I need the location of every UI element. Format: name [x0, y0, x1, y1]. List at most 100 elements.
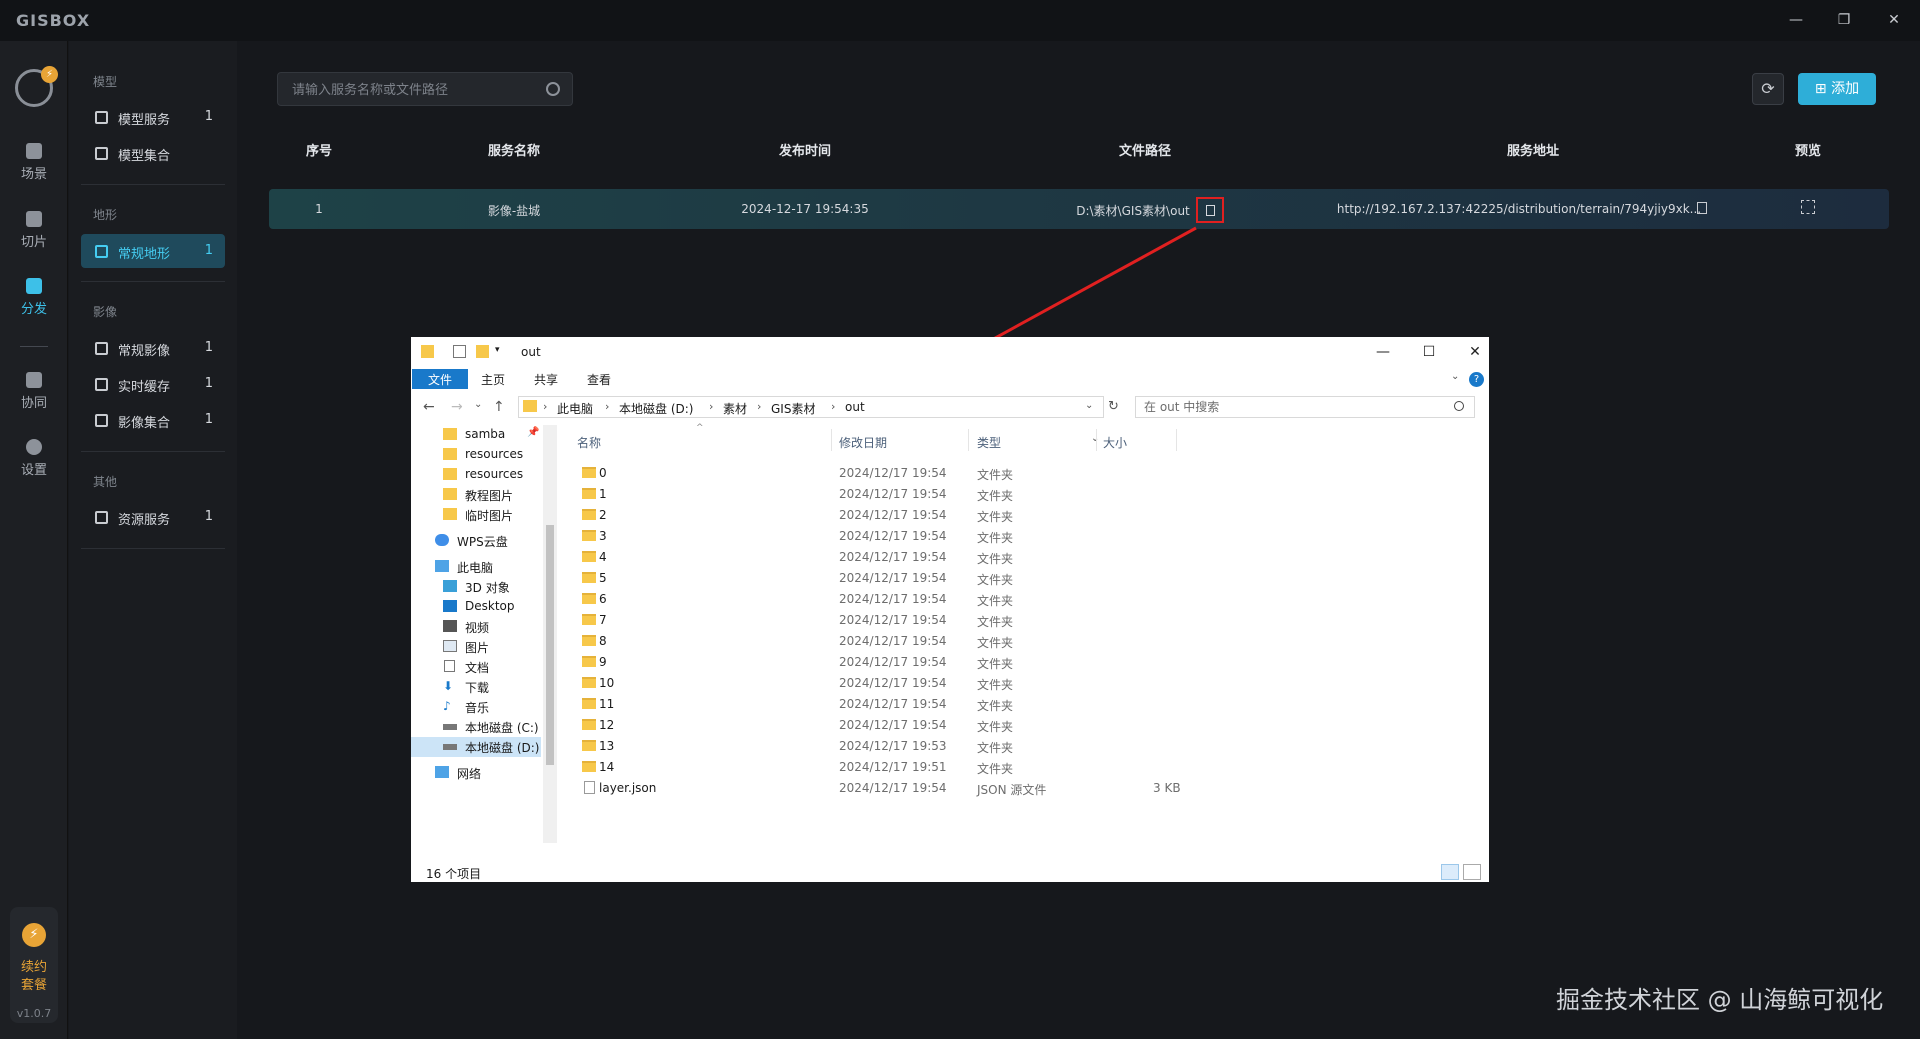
list-item[interactable]: 6 2024/12/17 19:54 文件夹 — [579, 589, 1199, 610]
open-folder-icon[interactable] — [1196, 197, 1224, 223]
add-button[interactable]: ⊞ 添加 — [1798, 73, 1876, 105]
list-item[interactable]: 7 2024/12/17 19:54 文件夹 — [579, 610, 1199, 631]
tab-view[interactable]: 查看 — [577, 369, 621, 389]
column-divider[interactable] — [1096, 429, 1097, 451]
restore-button[interactable]: ❐ — [1826, 8, 1862, 32]
list-item[interactable]: 8 2024/12/17 19:54 文件夹 — [579, 631, 1199, 652]
nav-item-3d-objects[interactable]: 3D 对象 — [411, 577, 541, 597]
sidebar-item-terrain[interactable]: 常规地形 1 — [81, 234, 225, 268]
sidebar-item-realtime-cache[interactable]: 实时缓存 1 — [81, 367, 225, 401]
list-item[interactable]: 3 2024/12/17 19:54 文件夹 — [579, 526, 1199, 547]
sidebar-item-imagery-collection[interactable]: 影像集合 1 — [81, 403, 225, 437]
list-item[interactable]: layer.json 2024/12/17 19:54 JSON 源文件 3 KB — [579, 778, 1199, 799]
rail-item-settings[interactable]: 设置 — [0, 439, 68, 478]
sidebar-item-resource-service[interactable]: 资源服务 1 — [81, 500, 225, 534]
tab-share[interactable]: 共享 — [524, 369, 568, 389]
nav-item-wps-cloud[interactable]: WPS云盘 — [411, 531, 541, 551]
address-dropdown-icon[interactable]: ⌄ — [1085, 400, 1093, 411]
nav-pane-scrollbar[interactable] — [543, 425, 557, 843]
list-item[interactable]: 4 2024/12/17 19:54 文件夹 — [579, 547, 1199, 568]
list-item[interactable]: 1 2024/12/17 19:54 文件夹 — [579, 484, 1199, 505]
rail-item-slice[interactable]: 切片 — [0, 211, 68, 250]
tab-file[interactable]: 文件 — [412, 369, 468, 389]
explorer-minimize-button[interactable]: — — [1363, 342, 1403, 362]
table-row[interactable]: 1 影像-盐城 2024-12-17 19:54:35 D:\素材\GIS素材\… — [269, 189, 1889, 229]
list-item[interactable]: 9 2024/12/17 19:54 文件夹 — [579, 652, 1199, 673]
back-button[interactable]: ← — [423, 399, 435, 415]
refresh-button[interactable]: ⟳ — [1752, 73, 1784, 105]
list-item[interactable]: 14 2024/12/17 19:51 文件夹 — [579, 757, 1199, 778]
nav-item-drive-d[interactable]: 本地磁盘 (D:) — [411, 737, 541, 757]
cell-url: http://192.167.2.137:42225/distribution/… — [1336, 202, 1702, 216]
breadcrumb-sucai[interactable]: 素材 — [723, 400, 747, 417]
cell-name: 影像-盐城 — [487, 204, 541, 218]
search-icon[interactable] — [1454, 401, 1464, 411]
sidebar-item-model-collection[interactable]: 模型集合 — [81, 136, 225, 170]
large-icons-view-icon[interactable] — [1463, 864, 1481, 880]
chevron-down-icon[interactable]: ▾ — [495, 345, 508, 358]
forward-button[interactable]: → — [451, 399, 463, 415]
search-icon[interactable] — [546, 82, 560, 96]
explorer-search[interactable] — [1135, 396, 1475, 418]
preview-icon[interactable] — [1801, 200, 1815, 214]
list-item[interactable]: 5 2024/12/17 19:54 文件夹 — [579, 568, 1199, 589]
nav-item-resources-2[interactable]: resources — [411, 465, 541, 485]
col-header-size[interactable]: 大小 — [1103, 434, 1127, 451]
breadcrumb-drive-d[interactable]: 本地磁盘 (D:) — [619, 400, 693, 417]
pin-icon[interactable]: 📌 — [527, 427, 539, 438]
nav-item-temp-images[interactable]: 临时图片 — [411, 505, 541, 525]
sidebar-item-model-service[interactable]: 模型服务 1 — [81, 100, 225, 134]
rail-item-collab[interactable]: 协同 — [0, 372, 68, 411]
breadcrumb-pc[interactable]: 此电脑 — [557, 400, 593, 417]
column-divider[interactable] — [968, 429, 969, 451]
service-search[interactable] — [277, 72, 573, 106]
col-header-name[interactable]: 名称 — [577, 434, 601, 451]
nav-item-pictures[interactable]: 图片 — [411, 637, 541, 657]
details-view-icon[interactable] — [1441, 864, 1459, 880]
ribbon-expand-icon[interactable]: ⌄ — [1441, 369, 1469, 389]
list-item[interactable]: 13 2024/12/17 19:53 文件夹 — [579, 736, 1199, 757]
col-header-type[interactable]: 类型 — [977, 434, 1001, 451]
rail-item-scene[interactable]: 场景 — [0, 143, 68, 182]
list-item[interactable]: 0 2024/12/17 19:54 文件夹 — [579, 463, 1199, 484]
scrollbar-thumb[interactable] — [546, 525, 554, 765]
explorer-search-input[interactable] — [1144, 399, 1444, 415]
renew-plan-button[interactable]: ⚡ 续约 套餐 — [10, 907, 58, 1023]
up-button[interactable]: ↑ — [493, 399, 505, 415]
explorer-close-button[interactable]: ✕ — [1455, 342, 1495, 362]
nav-item-documents[interactable]: 文档 — [411, 657, 541, 677]
nav-item-tutorial-images[interactable]: 教程图片 — [411, 485, 541, 505]
breadcrumb-gis-sucai[interactable]: GIS素材 — [771, 400, 815, 417]
nav-item-videos[interactable]: 视频 — [411, 617, 541, 637]
rail-item-distribute[interactable]: 分发 — [0, 278, 68, 317]
list-item[interactable]: 10 2024/12/17 19:54 文件夹 — [579, 673, 1199, 694]
explorer-maximize-button[interactable]: ☐ — [1409, 342, 1449, 362]
nav-item-drive-c[interactable]: 本地磁盘 (C:) — [411, 717, 541, 737]
nav-item-desktop[interactable]: Desktop — [411, 597, 541, 617]
nav-item-this-pc[interactable]: 此电脑 — [411, 557, 541, 577]
minimize-button[interactable]: — — [1778, 8, 1814, 32]
help-icon[interactable]: ? — [1469, 372, 1484, 387]
column-divider[interactable] — [831, 429, 832, 451]
refresh-icon[interactable]: ↻ — [1108, 399, 1119, 414]
breadcrumb-out[interactable]: out — [845, 400, 865, 414]
list-item[interactable]: 2 2024/12/17 19:54 文件夹 — [579, 505, 1199, 526]
col-header-date[interactable]: 修改日期 — [839, 434, 887, 451]
nav-item-network[interactable]: 网络 — [411, 763, 541, 783]
sidebar-item-imagery[interactable]: 常规影像 1 — [81, 331, 225, 365]
address-bar[interactable]: › 此电脑 › 本地磁盘 (D:) › 素材 › GIS素材 › out ⌄ — [518, 396, 1104, 418]
close-button[interactable]: ✕ — [1876, 8, 1912, 32]
tab-home[interactable]: 主页 — [471, 369, 515, 389]
nav-item-samba[interactable]: samba 📌 — [411, 425, 541, 445]
list-item[interactable]: 12 2024/12/17 19:54 文件夹 — [579, 715, 1199, 736]
copy-icon[interactable] — [1697, 202, 1707, 214]
column-divider[interactable] — [1176, 429, 1177, 451]
nav-item-downloads[interactable]: ⬇ 下载 — [411, 677, 541, 697]
nav-item-music[interactable]: ♪ 音乐 — [411, 697, 541, 717]
properties-icon[interactable] — [453, 345, 466, 358]
nav-item-resources[interactable]: resources — [411, 445, 541, 465]
recent-locations-button[interactable]: ⌄ — [474, 399, 482, 410]
new-folder-icon[interactable] — [476, 345, 489, 358]
list-item[interactable]: 11 2024/12/17 19:54 文件夹 — [579, 694, 1199, 715]
search-input[interactable] — [292, 80, 532, 100]
